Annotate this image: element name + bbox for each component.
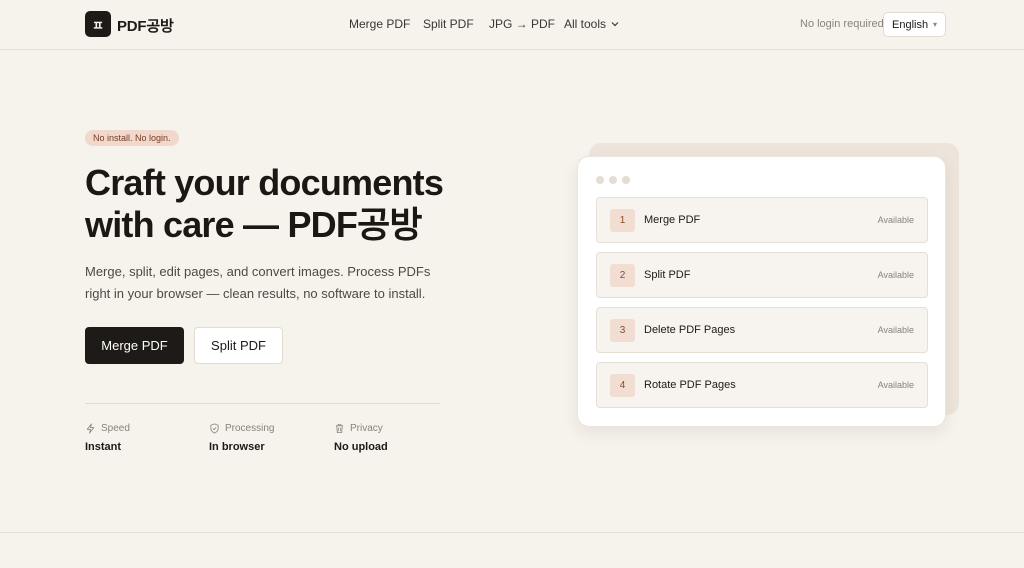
site-header: ㅍ PDF공방 Merge PDF Split PDF JPG → PDF Al…: [0, 0, 1024, 50]
nav-link-merge-pdf[interactable]: Merge PDF: [349, 17, 410, 31]
tool-row-merge-pdf[interactable]: 1 Merge PDF Available: [596, 197, 928, 243]
tool-number: 3: [610, 319, 635, 342]
window-dot: [622, 176, 630, 184]
stat-speed-value: Instant: [85, 441, 122, 453]
stat-processing: Processing In browser: [209, 423, 274, 453]
language-select-value: English: [892, 18, 929, 31]
nav-all-tools-dropdown[interactable]: All tools: [564, 17, 620, 31]
merge-pdf-button[interactable]: Merge PDF: [85, 327, 184, 364]
tool-status: Available: [877, 325, 914, 335]
hero-title-line-2: with care — PDF공방: [85, 204, 423, 245]
nav-link-jpg-to-pdf[interactable]: JPG → PDF: [489, 17, 555, 31]
chevron-down-icon: [611, 22, 619, 27]
tool-status: Available: [877, 215, 914, 225]
tool-row-rotate-pdf-pages[interactable]: 4 Rotate PDF Pages Available: [596, 362, 928, 408]
split-pdf-button[interactable]: Split PDF: [194, 327, 283, 364]
tool-name: Rotate PDF Pages: [644, 379, 736, 391]
tool-row-delete-pdf-pages[interactable]: 3 Delete PDF Pages Available: [596, 307, 928, 353]
stat-privacy-label: Privacy: [350, 423, 383, 434]
hero-title: Craft your documents with care — PDF공방: [85, 162, 485, 246]
nav-all-tools-label: All tools: [564, 17, 607, 31]
stat-privacy: Privacy No upload: [334, 423, 388, 453]
tool-name: Split PDF: [644, 269, 691, 281]
hero-title-line-1: Craft your documents: [85, 162, 444, 203]
window-dot: [596, 176, 604, 184]
hero-description: Merge, split, edit pages, and convert im…: [85, 264, 431, 301]
tool-number: 4: [610, 374, 635, 397]
shield-icon: [210, 423, 219, 434]
no-login-note: No login required: [800, 18, 884, 30]
stat-speed: Speed Instant: [85, 423, 130, 453]
tool-name: Merge PDF: [644, 214, 701, 226]
stat-processing-label: Processing: [225, 423, 275, 434]
nav-link-split-pdf[interactable]: Split PDF: [423, 17, 474, 31]
language-select[interactable]: English ▾: [883, 12, 946, 37]
stat-privacy-value: No upload: [334, 441, 388, 453]
trash-icon: [335, 424, 344, 434]
logo-text[interactable]: PDF공방: [117, 15, 174, 36]
window-dot: [609, 176, 617, 184]
section-divider: [0, 532, 1024, 533]
stats-divider: [85, 403, 440, 404]
stat-speed-label: Speed: [101, 423, 130, 434]
tool-name: Delete PDF Pages: [644, 324, 736, 336]
tool-number: 1: [610, 209, 635, 232]
tool-number: 2: [610, 264, 635, 287]
logo-icon[interactable]: ㅍ: [85, 11, 111, 37]
lightning-icon: [86, 423, 95, 434]
stat-processing-value: In browser: [209, 441, 265, 453]
tool-status: Available: [877, 380, 914, 390]
tool-row-split-pdf[interactable]: 2 Split PDF Available: [596, 252, 928, 298]
hero-badge: No install. No login.: [85, 130, 179, 146]
tool-status: Available: [877, 270, 914, 280]
tool-preview-window: 1 Merge PDF Available 2 Split PDF Availa…: [577, 156, 946, 427]
select-arrow-icon: ▾: [932, 20, 937, 29]
